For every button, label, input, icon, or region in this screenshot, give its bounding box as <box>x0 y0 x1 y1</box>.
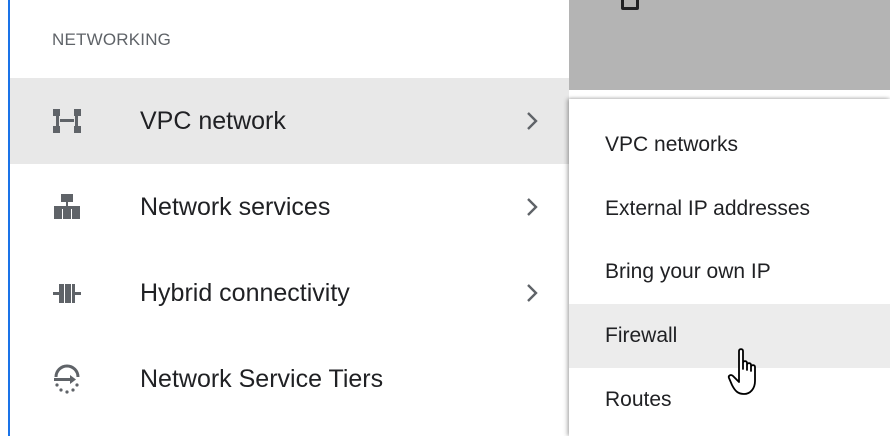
submenu-item-label: Firewall <box>605 324 678 347</box>
submenu-item-external-ip-addresses[interactable]: External IP addresses <box>569 177 890 241</box>
navigation-menu: NETWORKING VPC network Network services … <box>10 0 569 436</box>
checkbox-fragment <box>621 0 639 10</box>
console-viewport: NETWORKING VPC network Network services … <box>0 0 890 436</box>
nav-item-vpc-network[interactable]: VPC network <box>10 78 569 164</box>
background-content-dimmed <box>569 0 890 90</box>
section-heading: NETWORKING <box>52 30 172 49</box>
nav-item-label: Network Service Tiers <box>140 364 384 393</box>
nav-item-label: Network services <box>140 192 331 221</box>
network-service-tiers-icon <box>52 364 82 394</box>
chevron-right-icon <box>525 283 541 303</box>
network-services-icon <box>52 192 82 222</box>
submenu-item-bring-your-own-ip[interactable]: Bring your own IP <box>569 240 890 304</box>
submenu-item-label: Bring your own IP <box>605 260 771 283</box>
submenu-item-label: Routes <box>605 388 672 411</box>
vpc-network-icon <box>52 106 82 136</box>
submenu-item-label: External IP addresses <box>605 197 811 220</box>
nav-item-label: Hybrid connectivity <box>140 278 350 307</box>
submenu-item-label: VPC networks <box>605 133 739 156</box>
nav-item-hybrid-connectivity[interactable]: Hybrid connectivity <box>10 250 569 336</box>
nav-item-network-service-tiers[interactable]: Network Service Tiers <box>10 336 569 422</box>
chevron-right-icon <box>525 111 541 131</box>
submenu-item-vpc-networks[interactable]: VPC networks <box>569 113 890 177</box>
hybrid-connectivity-icon <box>52 278 82 308</box>
nav-item-network-services[interactable]: Network services <box>10 164 569 250</box>
hand-pointer-cursor-icon <box>727 347 767 399</box>
chevron-right-icon <box>525 197 541 217</box>
nav-item-label: VPC network <box>140 106 286 135</box>
